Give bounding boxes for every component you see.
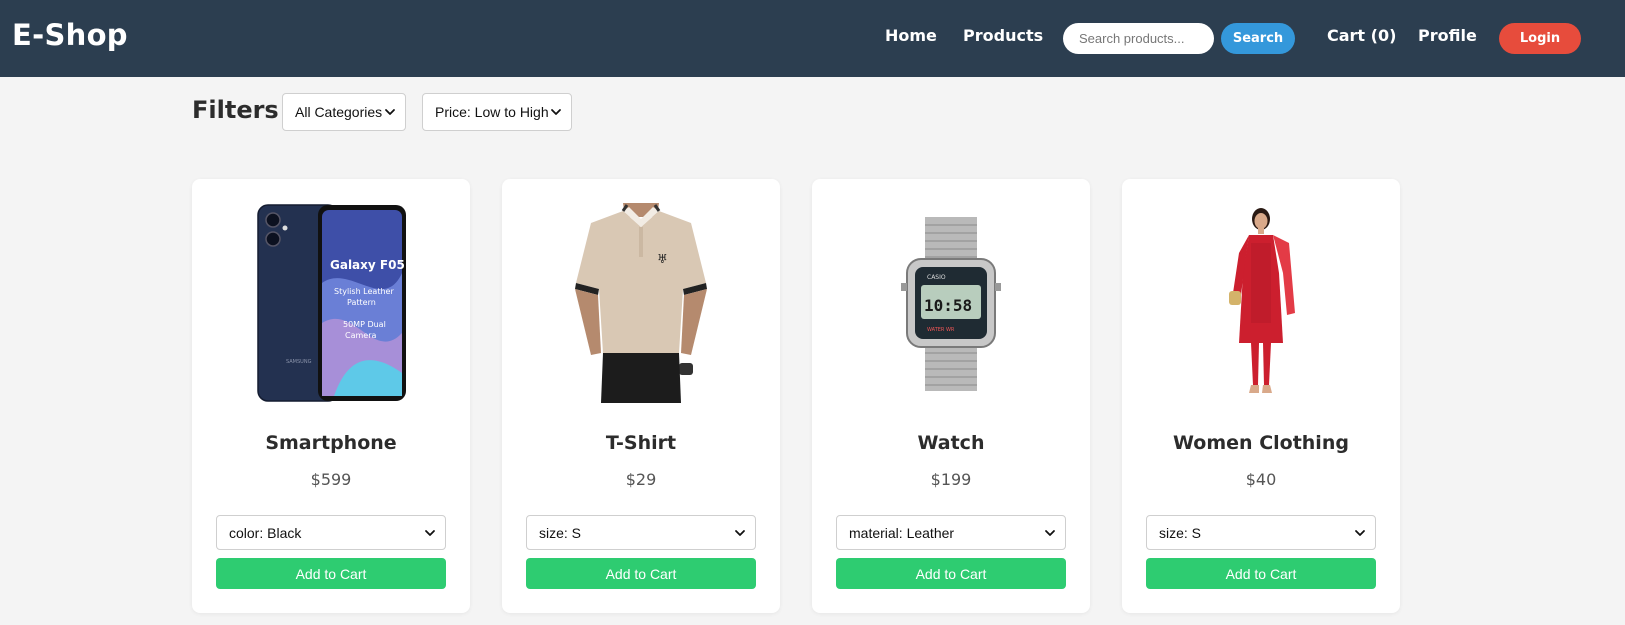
price-sort-select[interactable]: Price: Low to High: [422, 93, 572, 131]
search-input[interactable]: [1079, 31, 1209, 46]
variant-select[interactable]: size: S: [526, 515, 756, 550]
variant-select[interactable]: color: Black: [216, 515, 446, 550]
product-card-t-shirt: ♅ T-Shirt $29 size: S Add to Cart: [502, 179, 780, 613]
smartphone-image[interactable]: SAMSUNG Galaxy F05 Stylish Leather Patte…: [251, 203, 411, 403]
product-card-women-clothing: Women Clothing $40 size: S Add to Cart: [1122, 179, 1400, 613]
watch-image[interactable]: CASIO 10:58 WATER WR: [871, 203, 1031, 403]
chevron-down-icon: [1355, 530, 1365, 536]
add-to-cart-button[interactable]: Add to Cart: [1146, 558, 1376, 589]
product-name: Smartphone: [265, 432, 397, 454]
svg-text:CASIO: CASIO: [927, 274, 946, 281]
product-name: Women Clothing: [1173, 432, 1349, 454]
product-name: Watch: [917, 432, 985, 454]
search-button[interactable]: Search: [1221, 23, 1295, 54]
product-price: $29: [625, 470, 657, 489]
women-clothing-image[interactable]: [1181, 203, 1341, 403]
svg-text:SAMSUNG: SAMSUNG: [286, 359, 312, 365]
variant-select-value: size: S: [1159, 524, 1202, 541]
svg-text:Stylish Leather: Stylish Leather: [334, 287, 394, 296]
login-button[interactable]: Login: [1499, 23, 1581, 54]
chevron-down-icon: [1045, 530, 1055, 536]
svg-text:50MP Dual: 50MP Dual: [343, 320, 386, 329]
chevron-down-icon: [735, 530, 745, 536]
nav-cart-link[interactable]: Cart (0): [1327, 26, 1396, 45]
search-box: [1063, 23, 1214, 54]
svg-text:WATER WR: WATER WR: [927, 327, 955, 333]
product-price: $599: [310, 470, 352, 489]
nav-home-link[interactable]: Home: [885, 26, 937, 45]
top-navbar: E-Shop Home Products Search Cart (0) Pro…: [0, 0, 1625, 77]
chevron-down-icon: [385, 109, 395, 115]
add-to-cart-button[interactable]: Add to Cart: [836, 558, 1066, 589]
variant-select[interactable]: size: S: [1146, 515, 1376, 550]
nav-products-link[interactable]: Products: [963, 26, 1043, 45]
category-select[interactable]: All Categories: [282, 93, 406, 131]
variant-select-value: size: S: [539, 524, 582, 541]
add-to-cart-button[interactable]: Add to Cart: [216, 558, 446, 589]
svg-text:♅: ♅: [657, 252, 668, 266]
nav-profile-link[interactable]: Profile: [1418, 26, 1477, 45]
product-card-smartphone: SAMSUNG Galaxy F05 Stylish Leather Patte…: [192, 179, 470, 613]
t-shirt-image[interactable]: ♅: [561, 203, 721, 403]
variant-select-value: color: Black: [229, 524, 302, 541]
svg-text:Camera: Camera: [345, 331, 376, 340]
variant-select-value: material: Leather: [849, 524, 955, 541]
category-select-value: All Categories: [295, 104, 383, 120]
svg-text:10:58: 10:58: [924, 296, 972, 315]
svg-text:Pattern: Pattern: [347, 298, 376, 307]
product-price: $40: [1245, 470, 1277, 489]
variant-select[interactable]: material: Leather: [836, 515, 1066, 550]
product-name: T-Shirt: [605, 432, 677, 454]
filters-title: Filters: [192, 96, 279, 124]
price-sort-select-value: Price: Low to High: [435, 104, 549, 120]
product-price: $199: [930, 470, 972, 489]
chevron-down-icon: [551, 109, 561, 115]
product-card-watch: CASIO 10:58 WATER WR Watch $199 material…: [812, 179, 1090, 613]
svg-text:Galaxy F05: Galaxy F05: [330, 258, 405, 272]
brand-logo[interactable]: E-Shop: [12, 18, 128, 52]
chevron-down-icon: [425, 530, 435, 536]
add-to-cart-button[interactable]: Add to Cart: [526, 558, 756, 589]
